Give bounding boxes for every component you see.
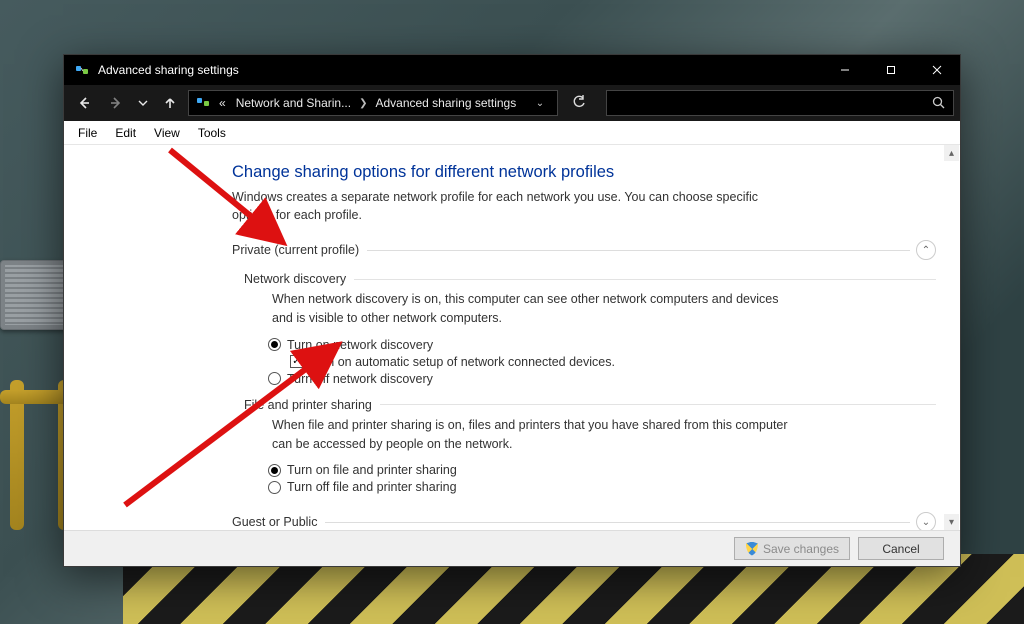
forward-button[interactable] bbox=[102, 89, 130, 117]
group-network-discovery-label: Network discovery bbox=[244, 272, 346, 286]
expand-icon[interactable]: ⌄ bbox=[916, 512, 936, 530]
radio-fps-off[interactable]: Turn off file and printer sharing bbox=[268, 480, 936, 494]
breadcrumb-advanced-sharing[interactable]: Advanced sharing settings bbox=[371, 96, 520, 110]
fps-desc: When file and printer sharing is on, fil… bbox=[272, 416, 792, 454]
page-subtitle: Windows creates a separate network profi… bbox=[232, 188, 792, 224]
radio-icon bbox=[268, 338, 281, 351]
radio-icon bbox=[268, 372, 281, 385]
maximize-button[interactable] bbox=[868, 55, 914, 85]
chevron-right-icon[interactable]: ❯ bbox=[357, 98, 369, 109]
dialog-button-bar: Save changes Cancel bbox=[64, 530, 960, 566]
menu-view[interactable]: View bbox=[146, 123, 188, 143]
titlebar[interactable]: Advanced sharing settings bbox=[64, 55, 960, 85]
section-rule bbox=[367, 250, 910, 251]
radio-icon bbox=[268, 481, 281, 494]
address-dropdown-button[interactable]: ⌄ bbox=[527, 98, 553, 109]
address-bar[interactable]: « Network and Sharin... ❯ Advanced shari… bbox=[188, 90, 558, 116]
checkbox-icon: ✓ bbox=[290, 355, 303, 368]
menubar: File Edit View Tools bbox=[64, 121, 960, 145]
radio-fps-off-label: Turn off file and printer sharing bbox=[287, 480, 457, 494]
group-network-discovery: Network discovery bbox=[244, 272, 936, 286]
uac-shield-icon bbox=[745, 542, 759, 556]
content-pane: Change sharing options for different net… bbox=[64, 145, 960, 530]
back-button[interactable] bbox=[70, 89, 98, 117]
radio-fps-on[interactable]: Turn on file and printer sharing bbox=[268, 463, 936, 477]
check-auto-setup-label: Turn on automatic setup of network conne… bbox=[309, 355, 615, 369]
section-private-label: Private (current profile) bbox=[232, 243, 359, 257]
section-guest-label: Guest or Public bbox=[232, 515, 317, 529]
save-changes-button[interactable]: Save changes bbox=[734, 537, 850, 560]
radio-nd-on[interactable]: Turn on network discovery bbox=[268, 338, 936, 352]
radio-nd-off-label: Turn off network discovery bbox=[287, 372, 433, 386]
radio-fps-on-label: Turn on file and printer sharing bbox=[287, 463, 457, 477]
radio-nd-off[interactable]: Turn off network discovery bbox=[268, 372, 936, 386]
breadcrumb-network-sharing[interactable]: Network and Sharin... bbox=[232, 96, 355, 110]
scroll-up-button[interactable]: ▴ bbox=[944, 145, 959, 161]
menu-edit[interactable]: Edit bbox=[107, 123, 144, 143]
section-private-profile[interactable]: Private (current profile) ⌃ bbox=[232, 240, 936, 260]
up-button[interactable] bbox=[156, 89, 184, 117]
radio-nd-on-label: Turn on network discovery bbox=[287, 338, 433, 352]
network-discovery-desc: When network discovery is on, this compu… bbox=[272, 290, 792, 328]
radio-icon bbox=[268, 464, 281, 477]
navbar: « Network and Sharin... ❯ Advanced shari… bbox=[64, 85, 960, 121]
cancel-label: Cancel bbox=[882, 542, 919, 556]
menu-tools[interactable]: Tools bbox=[190, 123, 234, 143]
section-guest-public[interactable]: Guest or Public ⌄ bbox=[232, 512, 936, 530]
network-sharing-icon bbox=[74, 62, 90, 78]
window-title: Advanced sharing settings bbox=[98, 63, 239, 77]
window-advanced-sharing: Advanced sharing settings « Network and … bbox=[63, 54, 961, 567]
menu-file[interactable]: File bbox=[70, 123, 105, 143]
recent-dropdown-button[interactable] bbox=[134, 89, 152, 117]
search-input[interactable] bbox=[606, 90, 954, 116]
cancel-button[interactable]: Cancel bbox=[858, 537, 944, 560]
collapse-icon[interactable]: ⌃ bbox=[916, 240, 936, 260]
refresh-button[interactable] bbox=[562, 95, 596, 112]
page-title: Change sharing options for different net… bbox=[232, 163, 936, 182]
network-sharing-icon bbox=[195, 94, 211, 113]
group-fps-label: File and printer sharing bbox=[244, 398, 372, 412]
minimize-button[interactable] bbox=[822, 55, 868, 85]
check-auto-setup[interactable]: ✓ Turn on automatic setup of network con… bbox=[290, 355, 936, 369]
scroll-down-button[interactable]: ▾ bbox=[944, 514, 959, 530]
search-icon bbox=[932, 96, 945, 112]
save-changes-label: Save changes bbox=[763, 542, 839, 556]
breadcrumb-prefix[interactable]: « bbox=[215, 96, 230, 110]
close-button[interactable] bbox=[914, 55, 960, 85]
group-file-printer-sharing: File and printer sharing bbox=[244, 398, 936, 412]
